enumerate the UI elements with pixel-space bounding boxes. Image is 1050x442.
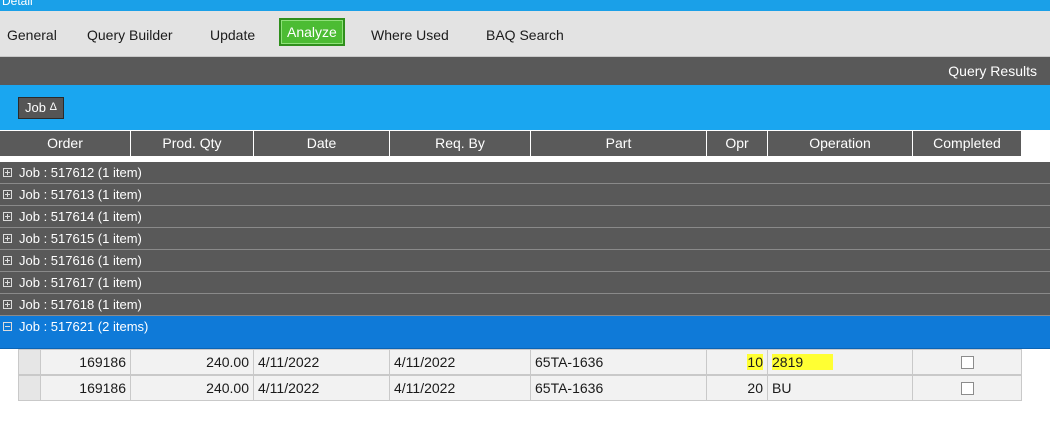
group-row-label: Job : 517616 (1 item) <box>19 253 142 268</box>
group-row[interactable]: Job : 517616 (1 item) <box>0 250 1050 272</box>
cell-req-by[interactable]: 4/11/2022 <box>390 349 531 375</box>
group-row-label: Job : 517617 (1 item) <box>19 275 142 290</box>
expand-icon[interactable] <box>3 256 12 265</box>
cell-req-by[interactable]: 4/11/2022 <box>390 375 531 401</box>
highlighted-operation: 2819 <box>772 354 834 370</box>
query-results-title: Query Results <box>948 63 1037 79</box>
group-by-chip-label: Job <box>25 100 46 115</box>
row-selector[interactable] <box>18 349 41 375</box>
tab-update[interactable]: Update <box>206 24 259 46</box>
column-header-part[interactable]: Part <box>531 131 707 156</box>
highlighted-opr: 10 <box>747 354 763 370</box>
sort-ascending-icon: Δ <box>49 101 57 113</box>
completed-checkbox[interactable] <box>961 382 974 395</box>
cell-opr[interactable]: 20 <box>707 375 768 401</box>
expand-icon[interactable] <box>3 300 12 309</box>
grid-column-headers: Order Prod. Qty Date Req. By Part Opr Op… <box>0 130 1050 157</box>
group-row[interactable]: Job : 517618 (1 item) <box>0 294 1050 316</box>
window-title-bar: Detail <box>0 0 1050 11</box>
expand-icon[interactable] <box>3 190 12 199</box>
cell-operation[interactable]: 2819 <box>768 349 913 375</box>
completed-checkbox[interactable] <box>961 356 974 369</box>
column-header-req-by[interactable]: Req. By <box>390 131 531 156</box>
window-title: Detail <box>2 0 33 8</box>
group-row[interactable]: Job : 517613 (1 item) <box>0 184 1050 206</box>
cell-operation[interactable]: BU <box>768 375 913 401</box>
collapse-icon[interactable] <box>3 322 12 331</box>
table-row[interactable]: 169186 240.00 4/11/2022 4/11/2022 65TA-1… <box>0 349 1050 375</box>
cell-order[interactable]: 169186 <box>41 375 131 401</box>
tab-general[interactable]: General <box>3 24 61 46</box>
group-row[interactable]: Job : 517612 (1 item) <box>0 162 1050 184</box>
group-row-label: Job : 517618 (1 item) <box>19 297 142 312</box>
group-row-label: Job : 517621 (2 items) <box>19 319 149 334</box>
tab-analyze[interactable]: Analyze <box>279 18 345 46</box>
cell-order[interactable]: 169186 <box>41 349 131 375</box>
group-row-label: Job : 517614 (1 item) <box>19 209 142 224</box>
group-row-label: Job : 517615 (1 item) <box>19 231 142 246</box>
query-results-bar: Query Results <box>0 57 1050 85</box>
cell-prod-qty[interactable]: 240.00 <box>131 349 254 375</box>
cell-opr[interactable]: 10 <box>707 349 768 375</box>
row-selector[interactable] <box>18 375 41 401</box>
expand-icon[interactable] <box>3 212 12 221</box>
group-row[interactable]: Job : 517615 (1 item) <box>0 228 1050 250</box>
table-row[interactable]: 169186 240.00 4/11/2022 4/11/2022 65TA-1… <box>0 375 1050 401</box>
cell-completed <box>913 375 1022 401</box>
column-header-date[interactable]: Date <box>254 131 390 156</box>
column-header-prod-qty[interactable]: Prod. Qty <box>131 131 254 156</box>
group-row-label: Job : 517613 (1 item) <box>19 187 142 202</box>
group-by-job-chip[interactable]: Job Δ <box>18 97 64 119</box>
expand-icon[interactable] <box>3 278 12 287</box>
expand-icon[interactable] <box>3 168 12 177</box>
cell-completed <box>913 349 1022 375</box>
cell-date[interactable]: 4/11/2022 <box>254 375 390 401</box>
column-header-order[interactable]: Order <box>0 131 131 156</box>
tab-where-used[interactable]: Where Used <box>367 24 453 46</box>
cell-part[interactable]: 65TA-1636 <box>531 375 707 401</box>
group-row-label: Job : 517612 (1 item) <box>19 165 142 180</box>
cell-prod-qty[interactable]: 240.00 <box>131 375 254 401</box>
group-row[interactable]: Job : 517617 (1 item) <box>0 272 1050 294</box>
group-row[interactable]: Job : 517614 (1 item) <box>0 206 1050 228</box>
cell-part[interactable]: 65TA-1636 <box>531 349 707 375</box>
column-header-completed[interactable]: Completed <box>913 131 1022 156</box>
group-by-area: Job Δ <box>0 85 1050 130</box>
group-row-selected[interactable]: Job : 517621 (2 items) <box>0 316 1050 349</box>
expand-icon[interactable] <box>3 234 12 243</box>
cell-date[interactable]: 4/11/2022 <box>254 349 390 375</box>
tab-query-builder[interactable]: Query Builder <box>83 24 177 46</box>
tab-strip: General Query Builder Update Analyze Whe… <box>0 11 1050 57</box>
column-header-operation[interactable]: Operation <box>768 131 913 156</box>
column-header-opr[interactable]: Opr <box>707 131 768 156</box>
tab-baq-search[interactable]: BAQ Search <box>482 24 568 46</box>
